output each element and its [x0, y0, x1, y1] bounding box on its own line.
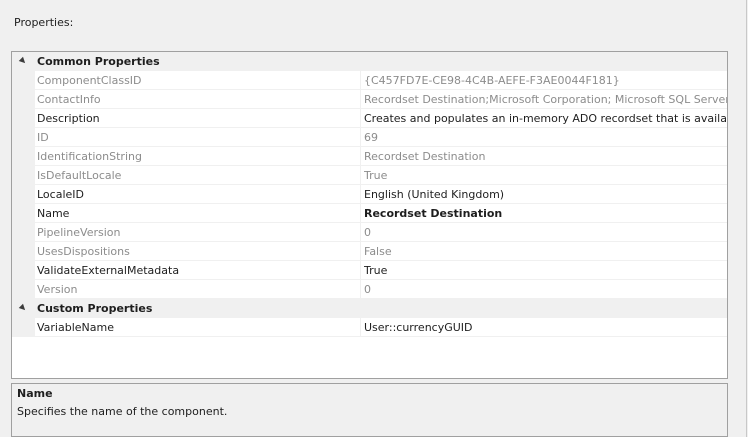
column-divider [360, 242, 361, 260]
category-common-properties[interactable]: Common Properties [12, 52, 727, 71]
property-value[interactable]: Recordset Destination;Microsoft Corporat… [364, 90, 727, 109]
grid-gutter [12, 223, 35, 241]
property-row-usesdispositions[interactable]: UsesDispositions False [12, 242, 727, 261]
grid-gutter [12, 147, 35, 165]
property-name: ContactInfo [37, 93, 101, 106]
property-value[interactable]: Creates and populates an in-memory ADO r… [364, 109, 727, 128]
grid-gutter [12, 242, 35, 260]
property-row-isdefaultlocale[interactable]: IsDefaultLocale True [12, 166, 727, 185]
property-name: ComponentClassID [37, 74, 142, 87]
column-divider [360, 185, 361, 203]
property-row-pipelineversion[interactable]: PipelineVersion 0 [12, 223, 727, 242]
grid-gutter [12, 280, 35, 298]
grid-gutter [12, 185, 35, 203]
property-row-description[interactable]: Description Creates and populates an in-… [12, 109, 727, 128]
property-row-contactinfo[interactable]: ContactInfo Recordset Destination;Micros… [12, 90, 727, 109]
property-name: PipelineVersion [37, 226, 121, 239]
property-name: Name [37, 207, 70, 220]
property-value[interactable]: English (United Kingdom) [364, 185, 727, 204]
property-name: ValidateExternalMetadata [37, 264, 180, 277]
property-value[interactable]: True [364, 166, 727, 185]
grid-gutter [12, 204, 35, 222]
property-value[interactable]: 69 [364, 128, 727, 147]
grid-gutter [12, 128, 35, 146]
property-value[interactable]: 0 [364, 223, 727, 242]
category-custom-properties[interactable]: Custom Properties [12, 299, 727, 318]
column-divider [360, 147, 361, 165]
property-name: Description [37, 112, 100, 125]
category-label: Common Properties [37, 55, 160, 68]
property-value[interactable]: True [364, 261, 727, 280]
column-divider [360, 318, 361, 336]
column-divider [360, 128, 361, 146]
column-divider [360, 204, 361, 222]
column-divider [360, 261, 361, 279]
property-value[interactable]: User::currencyGUID [364, 318, 727, 337]
help-panel: Name Specifies the name of the component… [11, 383, 728, 437]
panel-title: Properties: [14, 16, 74, 29]
property-row-id[interactable]: ID 69 [12, 128, 727, 147]
property-value[interactable]: 0 [364, 280, 727, 299]
property-row-version[interactable]: Version 0 [12, 280, 727, 299]
grid-gutter [12, 318, 35, 336]
column-divider [360, 223, 361, 241]
property-name: ID [37, 131, 49, 144]
property-name: Version [37, 283, 78, 296]
grid-gutter [12, 166, 35, 184]
property-name: IdentificationString [37, 150, 142, 163]
category-label: Custom Properties [37, 302, 153, 315]
property-row-name[interactable]: Name Recordset Destination [12, 204, 727, 223]
property-value[interactable]: Recordset Destination [364, 147, 727, 166]
column-divider [360, 109, 361, 127]
column-divider [360, 280, 361, 298]
grid-gutter [12, 261, 35, 279]
grid-gutter [12, 109, 35, 127]
property-name: VariableName [37, 321, 114, 334]
property-row-componentclassid[interactable]: ComponentClassID {C457FD7E-CE98-4C4B-AEF… [12, 71, 727, 90]
property-row-validateexternalmetadata[interactable]: ValidateExternalMetadata True [12, 261, 727, 280]
property-name: UsesDispositions [37, 245, 130, 258]
column-divider [360, 71, 361, 89]
property-grid[interactable]: Common Properties ComponentClassID {C457… [11, 51, 728, 379]
property-value[interactable]: Recordset Destination [364, 204, 727, 223]
property-value[interactable]: {C457FD7E-CE98-4C4B-AEFE-F3AE0044F181} [364, 71, 727, 90]
property-name: IsDefaultLocale [37, 169, 122, 182]
grid-gutter [12, 71, 35, 89]
panel-edge [746, 0, 747, 437]
property-value[interactable]: False [364, 242, 727, 261]
property-row-variablename[interactable]: VariableName User::currencyGUID [12, 318, 727, 337]
property-row-identificationstring[interactable]: IdentificationString Recordset Destinati… [12, 147, 727, 166]
help-title: Name [17, 387, 53, 400]
column-divider [360, 166, 361, 184]
property-name: LocaleID [37, 188, 84, 201]
help-description: Specifies the name of the component. [17, 405, 228, 418]
property-row-localeid[interactable]: LocaleID English (United Kingdom) [12, 185, 727, 204]
column-divider [360, 90, 361, 108]
grid-gutter [12, 90, 35, 108]
